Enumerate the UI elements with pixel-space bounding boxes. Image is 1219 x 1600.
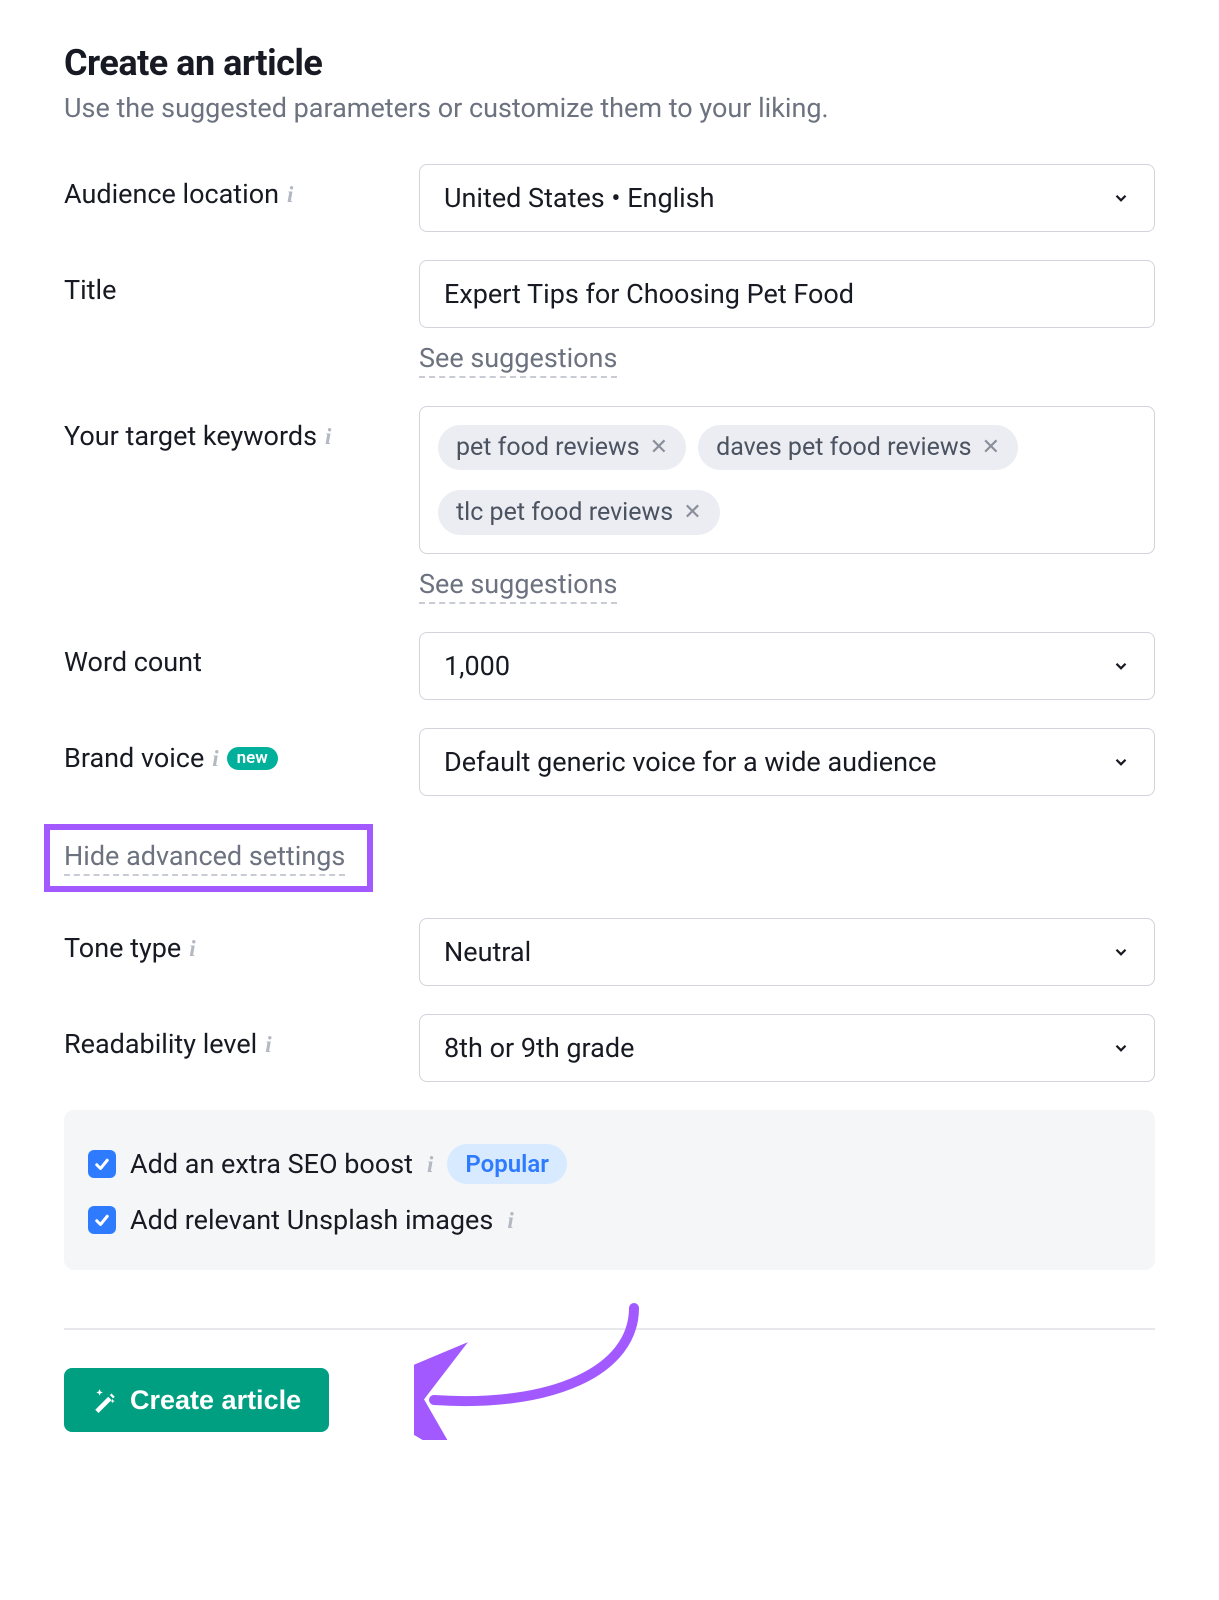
chevron-down-icon <box>1112 189 1130 207</box>
chevron-down-icon <box>1112 943 1130 961</box>
title-label: Title <box>64 274 116 306</box>
annotation-arrow-icon <box>414 1300 674 1440</box>
keywords-input[interactable]: pet food reviews ✕ daves pet food review… <box>419 406 1155 554</box>
unsplash-label: Add relevant Unsplash images <box>130 1204 493 1236</box>
seo-boost-label: Add an extra SEO boost <box>130 1148 413 1180</box>
keywords-label: Your target keywords <box>64 420 317 452</box>
brand-voice-label: Brand voice <box>64 742 204 774</box>
keyword-pill: pet food reviews ✕ <box>438 425 686 470</box>
keyword-pill-label: pet food reviews <box>456 433 640 462</box>
info-icon[interactable]: i <box>189 937 195 960</box>
info-icon[interactable]: i <box>507 1209 513 1232</box>
keyword-pill: tlc pet food reviews ✕ <box>438 490 720 535</box>
word-count-label: Word count <box>64 646 202 678</box>
seo-boost-checkbox[interactable] <box>88 1150 116 1178</box>
word-count-value: 1,000 <box>444 650 510 682</box>
tone-type-label: Tone type <box>64 932 181 964</box>
title-input[interactable] <box>419 260 1155 328</box>
magic-wand-icon <box>92 1387 118 1413</box>
page-subtitle: Use the suggested parameters or customiz… <box>64 92 1155 124</box>
title-see-suggestions-link[interactable]: See suggestions <box>419 342 617 378</box>
word-count-select[interactable]: 1,000 <box>419 632 1155 700</box>
create-article-button[interactable]: Create article <box>64 1368 329 1432</box>
audience-location-value: United States • English <box>444 182 715 214</box>
advanced-settings-highlight: Hide advanced settings <box>44 824 373 892</box>
check-icon <box>93 1155 111 1173</box>
info-icon[interactable]: i <box>427 1153 433 1176</box>
remove-keyword-icon[interactable]: ✕ <box>982 437 1000 459</box>
new-badge: new <box>227 747 278 770</box>
chevron-down-icon <box>1112 753 1130 771</box>
audience-location-label: Audience location <box>64 178 279 210</box>
brand-voice-select[interactable]: Default generic voice for a wide audienc… <box>419 728 1155 796</box>
remove-keyword-icon[interactable]: ✕ <box>650 437 668 459</box>
keywords-see-suggestions-link[interactable]: See suggestions <box>419 568 617 604</box>
unsplash-checkbox[interactable] <box>88 1206 116 1234</box>
keyword-pill-label: daves pet food reviews <box>716 433 971 462</box>
popular-badge: Popular <box>447 1144 566 1184</box>
keyword-pill-label: tlc pet food reviews <box>456 498 673 527</box>
readability-label: Readability level <box>64 1028 257 1060</box>
readability-select[interactable]: 8th or 9th grade <box>419 1014 1155 1082</box>
chevron-down-icon <box>1112 1039 1130 1057</box>
page-title: Create an article <box>64 42 1155 84</box>
info-icon[interactable]: i <box>287 183 293 206</box>
readability-value: 8th or 9th grade <box>444 1032 634 1064</box>
chevron-down-icon <box>1112 657 1130 675</box>
keyword-pill: daves pet food reviews ✕ <box>698 425 1018 470</box>
create-article-button-label: Create article <box>130 1385 301 1416</box>
check-icon <box>93 1211 111 1229</box>
options-panel: Add an extra SEO boost i Popular Add rel… <box>64 1110 1155 1270</box>
info-icon[interactable]: i <box>212 747 218 770</box>
remove-keyword-icon[interactable]: ✕ <box>683 502 701 524</box>
info-icon[interactable]: i <box>325 425 331 448</box>
tone-type-value: Neutral <box>444 936 531 968</box>
tone-type-select[interactable]: Neutral <box>419 918 1155 986</box>
audience-location-select[interactable]: United States • English <box>419 164 1155 232</box>
divider <box>64 1328 1155 1330</box>
info-icon[interactable]: i <box>265 1033 271 1056</box>
brand-voice-value: Default generic voice for a wide audienc… <box>444 746 937 778</box>
hide-advanced-settings-link[interactable]: Hide advanced settings <box>64 840 345 876</box>
